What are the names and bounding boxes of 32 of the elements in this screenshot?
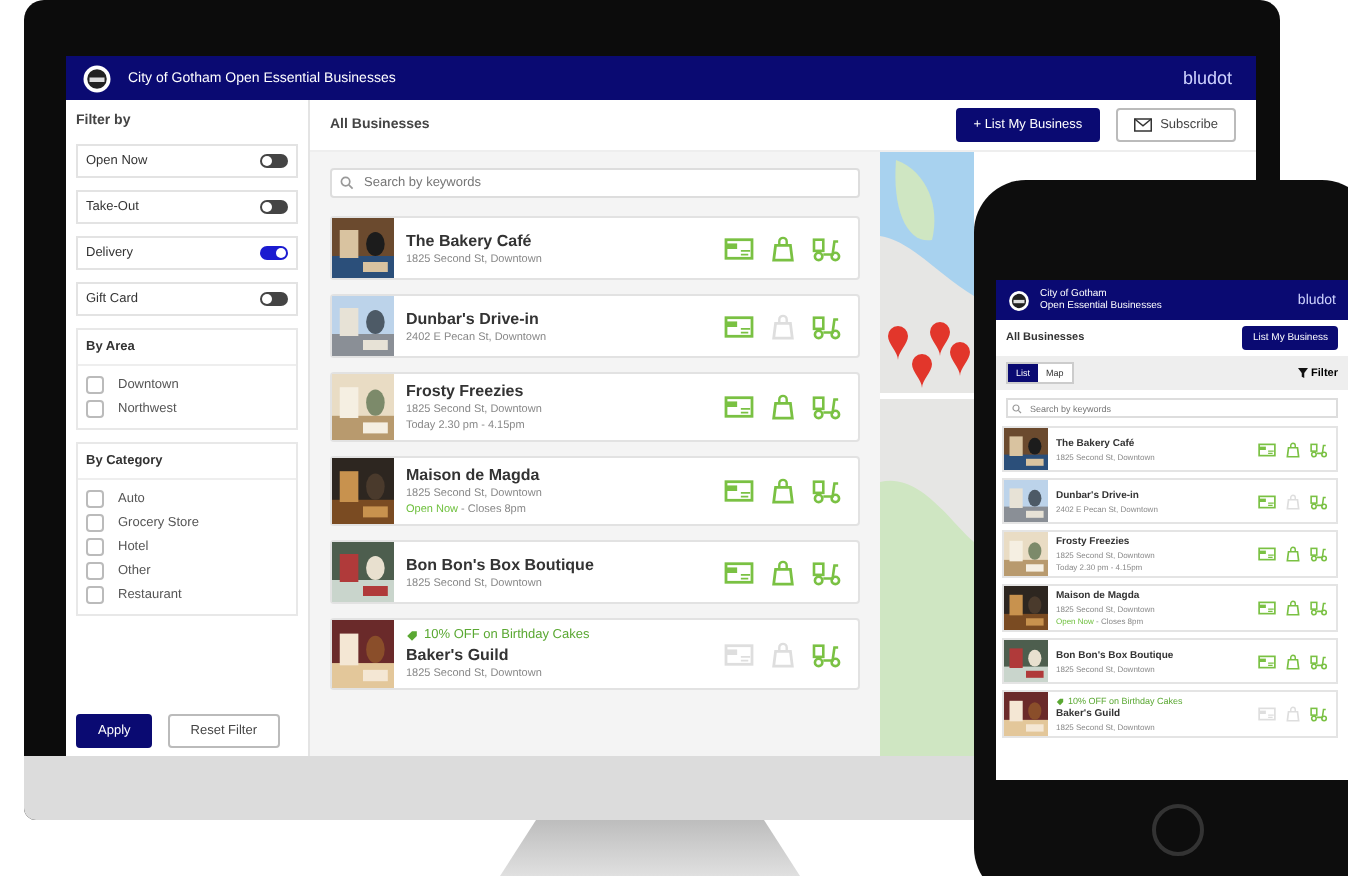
toggle-switch[interactable] (260, 246, 288, 260)
map-pin-icon[interactable] (930, 322, 950, 356)
envelope-icon (1134, 118, 1153, 132)
tag-icon (406, 629, 418, 641)
tag-icon (1056, 697, 1064, 705)
city-seal-icon (1008, 289, 1030, 311)
business-name: The Bakery Café (406, 231, 534, 249)
business-name: Dunbar's Drive-in (406, 309, 541, 327)
map-pin-icon[interactable] (950, 342, 970, 376)
business-name: Frosty Freezies (406, 382, 526, 400)
checkbox[interactable] (86, 586, 104, 604)
search-icon (1012, 403, 1022, 413)
island (895, 160, 935, 241)
business-name: Baker's Guild (406, 646, 511, 664)
toggle-switch[interactable] (260, 154, 288, 168)
search-icon (340, 176, 354, 190)
toggle-switch[interactable] (260, 200, 288, 214)
map-pin-icon[interactable] (912, 354, 932, 388)
checkbox[interactable] (86, 514, 104, 532)
checkbox[interactable] (86, 400, 104, 418)
checkbox[interactable] (86, 538, 104, 556)
brand-logo: bludot (1182, 68, 1232, 88)
map[interactable] (880, 152, 974, 756)
filter-icon (1297, 368, 1308, 378)
city-seal-icon (82, 63, 112, 93)
business-name: Maison de Magda (406, 466, 542, 484)
checkbox[interactable] (86, 562, 104, 580)
map-pin-icon[interactable] (888, 326, 908, 360)
checkbox[interactable] (86, 376, 104, 394)
toggle-switch[interactable] (260, 292, 288, 306)
business-name: Bon Bon's Box Boutique (406, 555, 596, 573)
checkbox[interactable] (86, 490, 104, 508)
